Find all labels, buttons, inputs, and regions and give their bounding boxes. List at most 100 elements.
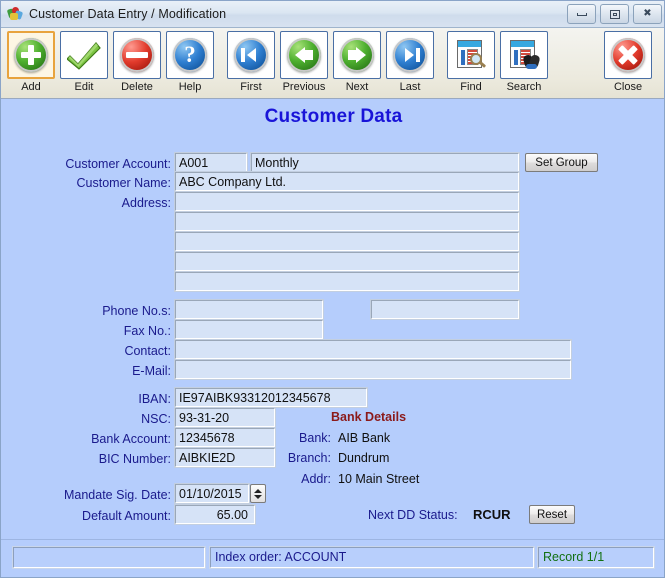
default-amount-input[interactable] [175, 505, 255, 524]
find-button-label: Find [460, 81, 482, 93]
skip-back-icon [234, 38, 268, 72]
app-logo-icon [6, 6, 24, 22]
bank-details-heading: Bank Details [331, 410, 407, 424]
edit-button[interactable]: Edit [60, 31, 108, 97]
mandate-sig-date-input[interactable] [175, 484, 249, 503]
address-line-3-input[interactable] [175, 232, 519, 251]
x-circle-icon [611, 38, 645, 72]
toolbar-group-record-actions: Add Edit Delete ? Help [7, 31, 214, 97]
close-icon: ✖ [643, 8, 652, 19]
status-index-order: Index order: ACCOUNT [210, 547, 534, 568]
phone-label: Phone No.s: [102, 304, 171, 318]
bank-name-label: Bank: [299, 431, 331, 445]
search-button[interactable]: Search [500, 31, 548, 97]
close-button-label: Close [613, 81, 643, 93]
first-record-button[interactable]: First [227, 31, 275, 97]
first-button-label: First [240, 81, 262, 93]
window-title: Customer Data Entry / Modification [29, 7, 227, 21]
skip-forward-icon [393, 38, 427, 72]
customer-data-entry-window: Customer Data Entry / Modification ✖ Add… [0, 0, 665, 578]
phone-2-input[interactable] [371, 300, 519, 319]
stepper-up-icon[interactable] [254, 488, 262, 493]
checkmark-icon [66, 40, 101, 70]
fax-input[interactable] [175, 320, 323, 339]
customer-group-input[interactable] [251, 153, 519, 172]
bic-number-label: BIC Number: [98, 452, 171, 466]
add-button[interactable]: Add [7, 31, 55, 97]
window-titlebar: Customer Data Entry / Modification ✖ [1, 1, 664, 28]
page-title: Customer Data [264, 106, 403, 127]
close-window-button[interactable]: ✖ [633, 4, 662, 24]
mandate-sig-date-label: Mandate Sig. Date: [63, 488, 171, 502]
arrow-right-icon [340, 38, 374, 72]
set-group-button[interactable]: Set Group [525, 153, 598, 172]
address-line-4-input[interactable] [175, 252, 519, 271]
toolbar-group-navigation: First Previous Next Last [227, 31, 434, 97]
help-button-label: Help [178, 81, 202, 93]
bank-branch-value: Dundrum [338, 451, 390, 465]
address-line-2-input[interactable] [175, 212, 519, 231]
next-dd-status-value: RCUR [473, 507, 511, 522]
magnifier-document-icon [455, 39, 487, 71]
nsc-input[interactable] [175, 408, 275, 427]
fax-label: Fax No.: [123, 324, 171, 338]
search-button-label: Search [506, 81, 542, 93]
toolbar-group-close: Close [604, 31, 652, 97]
address-label: Address: [121, 196, 171, 210]
find-button[interactable]: Find [447, 31, 495, 97]
minimize-button[interactable] [567, 4, 596, 24]
arrow-left-icon [287, 38, 321, 72]
bank-name-value: AIB Bank [338, 431, 391, 445]
customer-name-label: Customer Name: [76, 176, 171, 190]
previous-button-label: Previous [282, 81, 326, 93]
bank-account-label: Bank Account: [91, 432, 171, 446]
customer-data-form: Customer Data Customer Account: Set Grou… [1, 99, 664, 539]
window-controls: ✖ [567, 4, 662, 24]
contact-input[interactable] [175, 340, 571, 359]
bank-branch-label: Branch: [287, 451, 331, 465]
restore-icon [609, 9, 620, 19]
minimize-icon [576, 12, 587, 16]
bank-addr-label: Addr: [301, 472, 331, 486]
status-left-panel [13, 547, 205, 568]
restore-button[interactable] [600, 4, 629, 24]
reset-button[interactable]: Reset [529, 505, 575, 524]
nsc-label: NSC: [141, 412, 171, 426]
help-button[interactable]: ? Help [166, 31, 214, 97]
customer-account-input[interactable] [175, 153, 247, 172]
contact-label: Contact: [124, 344, 171, 358]
last-record-button[interactable]: Last [386, 31, 434, 97]
status-bar: Index order: ACCOUNT Record 1/1 [1, 539, 664, 577]
toolbar-group-lookup: Find Search [447, 31, 548, 97]
default-amount-label: Default Amount: [82, 509, 171, 523]
customer-account-label: Customer Account: [65, 157, 171, 171]
bic-number-input[interactable] [175, 448, 275, 467]
stepper-down-icon[interactable] [254, 494, 262, 499]
next-button-label: Next [345, 81, 369, 93]
last-button-label: Last [399, 81, 421, 93]
phone-1-input[interactable] [175, 300, 323, 319]
next-dd-status-label: Next DD Status: [368, 508, 458, 522]
iban-input[interactable] [175, 388, 367, 407]
customer-name-input[interactable] [175, 172, 519, 191]
edit-button-label: Edit [74, 81, 94, 93]
close-button[interactable]: Close [604, 31, 652, 97]
add-button-label: Add [21, 81, 41, 93]
address-line-5-input[interactable] [175, 272, 519, 291]
bank-account-input[interactable] [175, 428, 275, 447]
minus-circle-icon [120, 38, 154, 72]
plus-circle-icon [14, 38, 48, 72]
previous-record-button[interactable]: Previous [280, 31, 328, 97]
question-mark-icon: ? [173, 38, 207, 72]
email-label: E-Mail: [132, 364, 171, 378]
next-record-button[interactable]: Next [333, 31, 381, 97]
delete-button[interactable]: Delete [113, 31, 161, 97]
binoculars-document-icon [508, 39, 541, 71]
email-input[interactable] [175, 360, 571, 379]
address-line-1-input[interactable] [175, 192, 519, 211]
mandate-sig-date-stepper[interactable] [250, 484, 266, 503]
delete-button-label: Delete [121, 81, 153, 93]
bank-addr-value: 10 Main Street [338, 472, 420, 486]
status-record-counter: Record 1/1 [538, 547, 654, 568]
main-toolbar: Add Edit Delete ? Help First Previous Ne… [1, 28, 664, 99]
